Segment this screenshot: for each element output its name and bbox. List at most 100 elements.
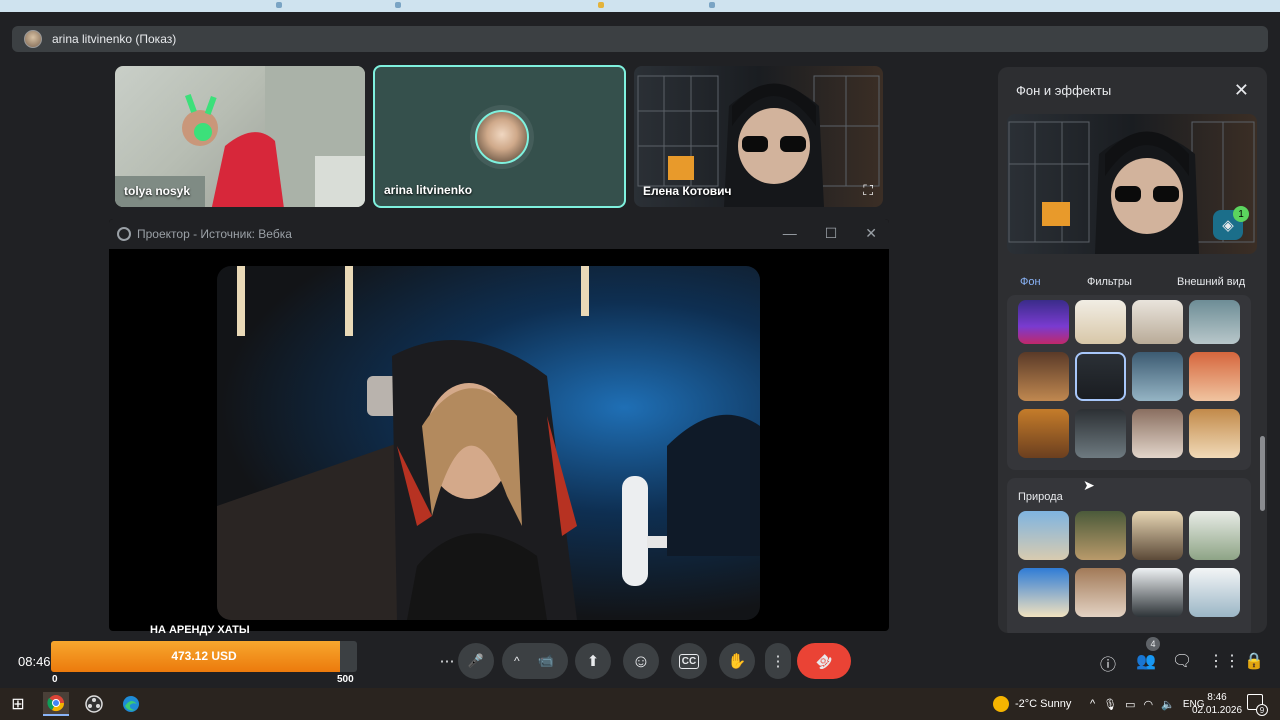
donation-goal-bar: 473.12 USD: [51, 641, 357, 672]
windows-taskbar: ⊞ -2°C Sunny ^ 🎙 ▭ ◠ 🔈 ENG 8:46 02.01.20…: [0, 688, 1280, 720]
close-icon[interactable]: ✕: [1234, 80, 1249, 101]
avatar: [24, 30, 42, 48]
effects-tabs: Фон Фильтры Внешний вид: [998, 271, 1267, 295]
host-controls-icon[interactable]: 🔒: [1244, 651, 1264, 671]
bookmark-icon[interactable]: [276, 2, 282, 8]
background-thumbnail[interactable]: [1132, 409, 1183, 458]
emoji-icon: ☺: [631, 650, 651, 671]
activities-icon[interactable]: ⋮⋮: [1208, 651, 1240, 671]
close-button[interactable]: ✕: [865, 225, 877, 242]
background-thumbnail[interactable]: [1189, 409, 1240, 458]
mouse-cursor-icon: ➤: [1083, 477, 1095, 493]
background-thumbnail[interactable]: [1132, 511, 1183, 560]
system-tray: ^ 🎙 ▭ ◠ 🔈 ENG: [1090, 688, 1205, 720]
more-icon: ⋯: [439, 653, 455, 670]
camera-icon: 📹: [537, 653, 554, 668]
donation-goal-amount: 473.12 USD: [171, 649, 237, 663]
end-call-button[interactable]: ☎: [797, 643, 851, 679]
bookmark-icon[interactable]: [709, 2, 715, 8]
tab-background[interactable]: Фон: [1020, 276, 1041, 288]
background-thumbnail[interactable]: [1075, 300, 1126, 344]
background-thumbnail[interactable]: [1189, 511, 1240, 560]
background-thumbnail[interactable]: [1189, 352, 1240, 401]
self-preview: ◈ 1: [1007, 114, 1257, 254]
background-grid: [1007, 295, 1251, 470]
participant-tile[interactable]: tolya nosyk: [115, 66, 365, 207]
bookmark-icon[interactable]: [598, 2, 604, 8]
background-thumbnail[interactable]: [1018, 568, 1069, 617]
battery-icon[interactable]: ▭: [1125, 698, 1135, 711]
clock-overlay: 08:46: [18, 654, 51, 669]
presenter-label: arina litvinenko (Показ): [52, 32, 177, 46]
hand-icon: ✋: [727, 653, 747, 670]
background-thumbnail[interactable]: [1132, 300, 1183, 344]
edge-icon[interactable]: [118, 692, 144, 716]
options-button[interactable]: ⋮: [765, 643, 791, 679]
chevron-up-icon[interactable]: ^: [1090, 698, 1095, 710]
background-thumbnail[interactable]: [1075, 568, 1126, 617]
donation-goal-max: 500: [337, 674, 354, 685]
crop-icon[interactable]: ⛶: [863, 182, 873, 199]
participant-name: Елена Котович: [643, 184, 732, 198]
minimize-button[interactable]: —: [783, 225, 797, 242]
participant-tile[interactable]: Елена Котович ⛶: [634, 66, 883, 207]
call-controls-bar: 08:46 НА АРЕНДУ ХАТЫ 473.12 USD 0 500 ⋯ …: [0, 624, 1280, 688]
panel-scrollbar[interactable]: [1260, 436, 1265, 511]
background-thumbnail[interactable]: [1018, 352, 1069, 401]
kebab-icon: ⋮: [770, 653, 786, 670]
present-button[interactable]: ⬆: [575, 643, 611, 679]
camera-button[interactable]: ^ 📹: [502, 643, 568, 679]
date-text: 02.01.2026: [1192, 705, 1243, 716]
notifications-button[interactable]: 9: [1247, 694, 1268, 716]
presentation-bar: arina litvinenko (Показ): [12, 26, 1268, 52]
effects-count-badge: 1: [1233, 206, 1249, 222]
weather-widget[interactable]: -2°C Sunny: [993, 688, 1071, 720]
panel-title: Фон и эффекты: [1016, 83, 1112, 98]
emoji-button[interactable]: ☺: [623, 643, 659, 679]
wifi-icon[interactable]: ◠: [1144, 698, 1154, 711]
background-thumbnail[interactable]: [1075, 511, 1126, 560]
bookmark-icon[interactable]: [395, 2, 401, 8]
background-thumbnail[interactable]: [1075, 409, 1126, 458]
background-thumbnail[interactable]: [1018, 409, 1069, 458]
nature-section: Природа: [1007, 478, 1251, 633]
chevron-up-icon[interactable]: ^: [514, 654, 520, 668]
avatar: [475, 110, 529, 164]
effects-panel: Фон и эффекты ✕ ◈ 1 Фон Фильтры Внешний …: [998, 67, 1267, 633]
info-icon[interactable]: ⓘ: [1100, 651, 1116, 675]
volume-icon[interactable]: 🔈: [1161, 698, 1175, 711]
background-thumbnail[interactable]: [1132, 352, 1183, 401]
windows-start-icon[interactable]: ⊞: [5, 692, 31, 716]
people-icon[interactable]: 👥: [1136, 651, 1156, 671]
background-thumbnail[interactable]: [1018, 511, 1069, 560]
hang-up-icon: ☎: [812, 649, 837, 674]
people-count-badge: 4: [1146, 637, 1160, 651]
chat-icon[interactable]: 🗨: [1172, 651, 1192, 671]
window-titlebar[interactable]: Проектор - Источник: Вебка: [109, 219, 889, 249]
tab-filters[interactable]: Фильтры: [1087, 276, 1132, 288]
notification-count: 9: [1256, 704, 1268, 716]
avatar-halo: [470, 105, 534, 169]
maximize-button[interactable]: ☐: [825, 225, 838, 242]
background-thumbnail[interactable]: [1189, 568, 1240, 617]
weather-text: -2°C Sunny: [1015, 698, 1072, 710]
microphone-icon: 🎤: [467, 653, 485, 668]
time-text: 8:46: [1207, 692, 1227, 703]
raise-hand-button[interactable]: ✋: [719, 643, 755, 679]
sun-icon: [993, 696, 1009, 712]
background-thumbnail[interactable]: [1132, 568, 1183, 617]
captions-button[interactable]: CC: [671, 643, 707, 679]
chrome-icon[interactable]: [43, 692, 69, 716]
microphone-button[interactable]: 🎤: [458, 643, 494, 679]
obs-icon[interactable]: [81, 692, 107, 716]
datetime[interactable]: 8:46 02.01.2026: [1192, 691, 1242, 717]
microphone-icon[interactable]: 🎙: [1103, 698, 1117, 711]
obs-logo-icon: [117, 227, 131, 241]
participant-tile-active[interactable]: arina litvinenko: [373, 65, 626, 208]
background-thumbnail-selected[interactable]: [1075, 352, 1126, 401]
background-thumbnail[interactable]: [1018, 300, 1069, 344]
captions-icon: CC: [678, 653, 700, 669]
background-thumbnail[interactable]: [1189, 300, 1240, 344]
tab-appearance[interactable]: Внешний вид: [1177, 276, 1245, 288]
webcam-feed: [217, 266, 760, 620]
